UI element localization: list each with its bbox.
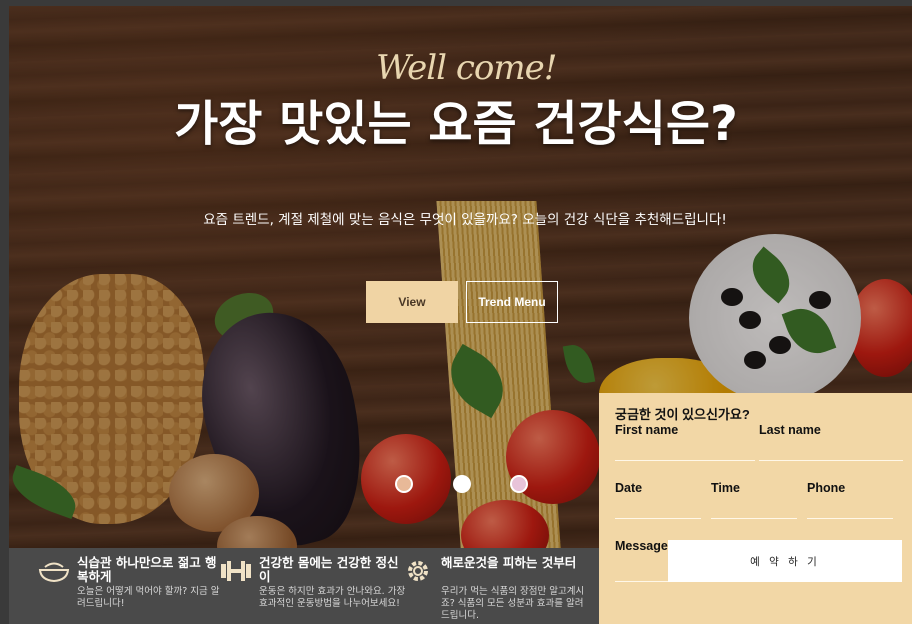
time-label: Time [711,481,740,495]
message-field[interactable] [615,555,671,582]
welcome-script-text: Well come! [376,48,557,88]
last-name-underline [759,460,903,461]
reserve-button[interactable]: 예 약 하 기 [668,540,902,582]
time-underline [711,518,797,519]
slider-dot-1[interactable] [395,475,413,493]
page: Well come! 가장 맛있는 요즘 건강식은? 요즘 트렌드, 계절 제철… [0,0,912,624]
onion-image [169,454,259,532]
basil-leaf-image-4 [741,246,801,304]
slider-dot-3[interactable] [510,475,528,493]
olive-image-4 [809,291,831,309]
features-bar: 식습관 하나만으로 젊고 행복하게 오늘은 어떻게 먹어야 할까? 지금 알려드… [9,548,599,624]
date-label: Date [615,481,643,495]
olive-image-2 [739,311,761,329]
eggplant-cap-image [208,285,280,348]
tomato-image-4 [849,279,912,377]
feature-text: 우리가 먹는 식품의 장점만 알고계시죠? 식품의 모든 성분과 효과를 알려드… [441,586,585,621]
hero-title: 가장 맛있는 요즘 건강식은? [174,96,738,152]
feature-text: 운동은 하지만 효과가 안나와요. 가장 효과적인 운동방법을 나누어보세요! [259,586,406,609]
olive-image-3 [769,336,791,354]
spaghetti-image [436,201,562,561]
basil-leaf-image-2 [562,342,596,386]
view-button[interactable]: View [366,281,458,323]
trend-menu-button[interactable]: Trend Menu [466,281,558,323]
message-label: Message [615,539,668,553]
bowl-icon [37,558,71,584]
feature-text: 오늘은 어떻게 먹어야 할까? 지금 알려드립니다! [77,586,220,609]
eggplant-image [182,296,386,561]
feature-title: 식습관 하나만으로 젊고 행복하게 [77,555,217,584]
feature-title: 해로운것을 피하는 것부터 [441,555,577,570]
macaroni-image [19,274,204,524]
first-name-underline [615,460,755,461]
gear-icon [401,558,435,584]
olive-image [721,288,743,306]
first-name-label: First name [615,423,679,437]
feature-title: 건강한 몸에는 건강한 정신이 [259,555,399,584]
basil-leaf-image [437,343,517,419]
basil-leaf-image-3 [5,464,83,520]
plate-image [689,234,861,402]
hero-subtitle: 요즘 트렌드, 계절 제철에 맞는 음식은 무엇이 있을까요? 오늘의 건강 식… [203,212,727,228]
basil-leaf-image-5 [781,300,837,362]
phone-underline [807,518,893,519]
phone-label: Phone [807,481,846,495]
form-title: 궁금한 것이 있으신가요? [615,407,750,422]
slider-dot-2[interactable] [453,475,471,493]
dumbbell-icon [219,558,253,584]
date-underline [615,518,701,519]
inquiry-form: 궁금한 것이 있으신가요? First name Last name Date … [599,393,912,624]
olive-image-5 [744,351,766,369]
last-name-label: Last name [759,423,821,437]
